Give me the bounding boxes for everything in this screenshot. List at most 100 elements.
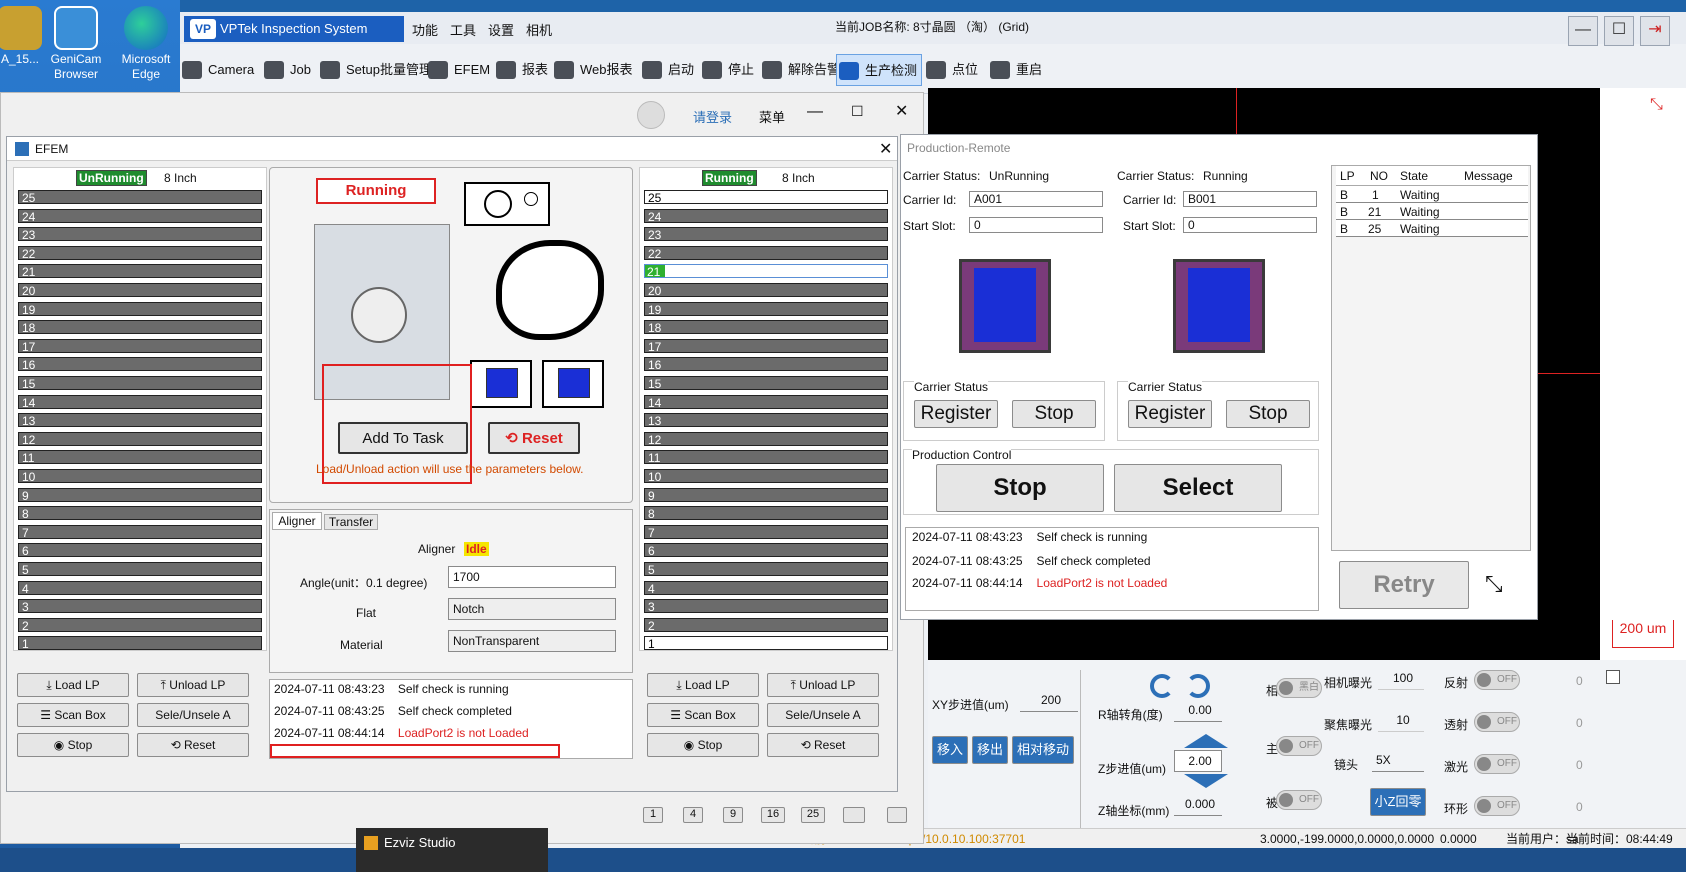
fullscreen-icon[interactable]: ⤡ (1650, 96, 1663, 114)
c1-slot-input[interactable]: 0 (969, 217, 1103, 233)
table-row[interactable]: B 21 Waiting (1336, 203, 1528, 220)
grid-25-button[interactable]: 25 (801, 807, 825, 823)
slot-9[interactable]: 9 (644, 487, 888, 503)
slot-6[interactable]: 6 (18, 543, 262, 558)
z-down-icon[interactable] (1184, 774, 1228, 788)
transmit-toggle[interactable]: OFF (1474, 712, 1520, 732)
add-to-task-button[interactable]: Add To Task (338, 422, 468, 454)
collapse-icon[interactable]: ⤡ (1485, 571, 1503, 597)
cam-exposure-input[interactable]: 100 (1378, 668, 1424, 690)
production-stop-button[interactable]: Stop (936, 464, 1104, 512)
grid-4-button[interactable]: 4 (683, 807, 703, 823)
toolbar-camera-button[interactable]: Camera (180, 54, 254, 86)
right-load-lp-button[interactable]: ⤓ Load LP (647, 673, 759, 697)
slot-14[interactable]: 14 (18, 394, 262, 410)
slot-13[interactable]: 13 (644, 413, 888, 428)
desktop-icon-genicam[interactable]: GeniCam Browser (36, 4, 116, 82)
toolbar-stop-button[interactable]: 停止 (700, 54, 754, 86)
xy-step-input[interactable]: 200 (1020, 690, 1078, 712)
grid-16-button[interactable]: 16 (761, 807, 785, 823)
rotate-ccw-icon[interactable] (1150, 674, 1174, 698)
menu-tools[interactable]: 工具 (450, 20, 476, 39)
slot-10[interactable]: 10 (644, 469, 888, 484)
reflect-toggle[interactable]: OFF (1474, 670, 1520, 690)
slot-20[interactable]: 20 (644, 283, 888, 298)
r-angle-input[interactable]: 0.00 (1174, 700, 1222, 722)
slot-1[interactable]: 1 (644, 636, 888, 651)
toolbar-webreport-button[interactable]: Web报表 (552, 54, 633, 86)
right-scan-box-button[interactable]: ☰ Scan Box (647, 703, 759, 727)
focus-exposure-input[interactable]: 10 (1378, 710, 1424, 732)
production-select-button[interactable]: Select (1114, 464, 1282, 512)
move-out-button[interactable]: 移出 (972, 736, 1008, 764)
slot-19[interactable]: 19 (644, 301, 888, 317)
z-up-icon[interactable] (1184, 734, 1228, 748)
menu-function[interactable]: 功能 (412, 20, 438, 39)
grid-layout-icon[interactable] (843, 807, 865, 823)
left-stop-button[interactable]: ◉ Stop (17, 733, 129, 757)
toolbar-setup-button[interactable]: Setup批量管理 (318, 54, 432, 86)
slot-22[interactable]: 22 (644, 245, 888, 261)
slot-10[interactable]: 10 (18, 469, 262, 484)
sub-menu[interactable]: 菜单 (759, 107, 785, 126)
slot-7[interactable]: 7 (644, 524, 888, 540)
c1-stop-button[interactable]: Stop (1012, 400, 1096, 428)
slot-25[interactable]: 25 (18, 190, 262, 205)
slot-15[interactable]: 15 (644, 376, 888, 391)
slot-17[interactable]: 17 (18, 338, 262, 354)
c2-id-input[interactable]: B001 (1183, 191, 1317, 207)
left-sele-button[interactable]: Sele/Unsele A (137, 703, 249, 727)
slot-13[interactable]: 13 (18, 413, 262, 428)
login-link[interactable]: 请登录 (693, 107, 732, 126)
exit-button[interactable]: ⇥ (1640, 16, 1670, 46)
slot-16[interactable]: 16 (18, 357, 262, 372)
toolbar-efem-button[interactable]: EFEM (426, 54, 490, 86)
toolbar-report-button[interactable]: 报表 (494, 54, 548, 86)
slot-4[interactable]: 4 (18, 580, 262, 596)
c2-slot-input[interactable]: 0 (1183, 217, 1317, 233)
slot-24[interactable]: 24 (18, 208, 262, 224)
slot-22[interactable]: 22 (18, 245, 262, 261)
slot-24[interactable]: 24 (644, 208, 888, 224)
angle-input[interactable]: 1700 (448, 566, 616, 588)
left-unload-lp-button[interactable]: ⤒ Unload LP (137, 673, 249, 697)
slot-25[interactable]: 25 (644, 190, 888, 205)
slot-8[interactable]: 8 (644, 506, 888, 521)
slot-8[interactable]: 8 (18, 506, 262, 521)
toolbar-point-button[interactable]: 点位 (924, 54, 978, 86)
slot-16[interactable]: 16 (644, 357, 888, 372)
active-toggle[interactable]: OFF (1276, 736, 1322, 756)
toolbar-clear-alarm-button[interactable]: 解除告警 (760, 54, 840, 86)
slot-9[interactable]: 9 (18, 487, 262, 503)
right-reset-button[interactable]: ⟲ Reset (767, 733, 879, 757)
slot-12[interactable]: 12 (18, 431, 262, 447)
ring-toggle[interactable]: OFF (1474, 796, 1520, 816)
relative-move-button[interactable]: 相对移动 (1012, 736, 1074, 764)
slot-3[interactable]: 3 (18, 599, 262, 614)
move-in-button[interactable]: 移入 (932, 736, 968, 764)
slot-14[interactable]: 14 (644, 394, 888, 410)
rotate-cw-icon[interactable] (1186, 674, 1210, 698)
passive-toggle[interactable]: OFF (1276, 790, 1322, 810)
slot-11[interactable]: 11 (644, 450, 888, 465)
table-row[interactable]: B 1 Waiting (1336, 186, 1528, 203)
left-load-lp-button[interactable]: ⤓ Load LP (17, 673, 129, 697)
retry-button[interactable]: Retry (1339, 561, 1469, 609)
tab-transfer[interactable]: Transfer (324, 514, 378, 530)
slot-19[interactable]: 19 (18, 301, 262, 317)
c2-stop-button[interactable]: Stop (1226, 400, 1310, 428)
grid-9-button[interactable]: 9 (723, 807, 743, 823)
maximize-button[interactable]: ☐ (1604, 16, 1634, 46)
menu-settings[interactable]: 设置 (488, 20, 514, 39)
minimize-button[interactable]: — (1568, 16, 1598, 46)
reset-robot-button[interactable]: ⟲ Reset (488, 422, 580, 454)
left-scan-box-button[interactable]: ☰ Scan Box (17, 703, 129, 727)
sub-close-icon[interactable]: ✕ (895, 101, 908, 121)
right-stop-button[interactable]: ◉ Stop (647, 733, 759, 757)
avatar[interactable] (637, 101, 665, 129)
efem-close-icon[interactable]: ✕ (879, 139, 892, 159)
slot-23[interactable]: 23 (644, 227, 888, 242)
slot-6[interactable]: 6 (644, 543, 888, 558)
slot-2[interactable]: 2 (644, 617, 888, 633)
menu-camera[interactable]: 相机 (526, 20, 552, 39)
